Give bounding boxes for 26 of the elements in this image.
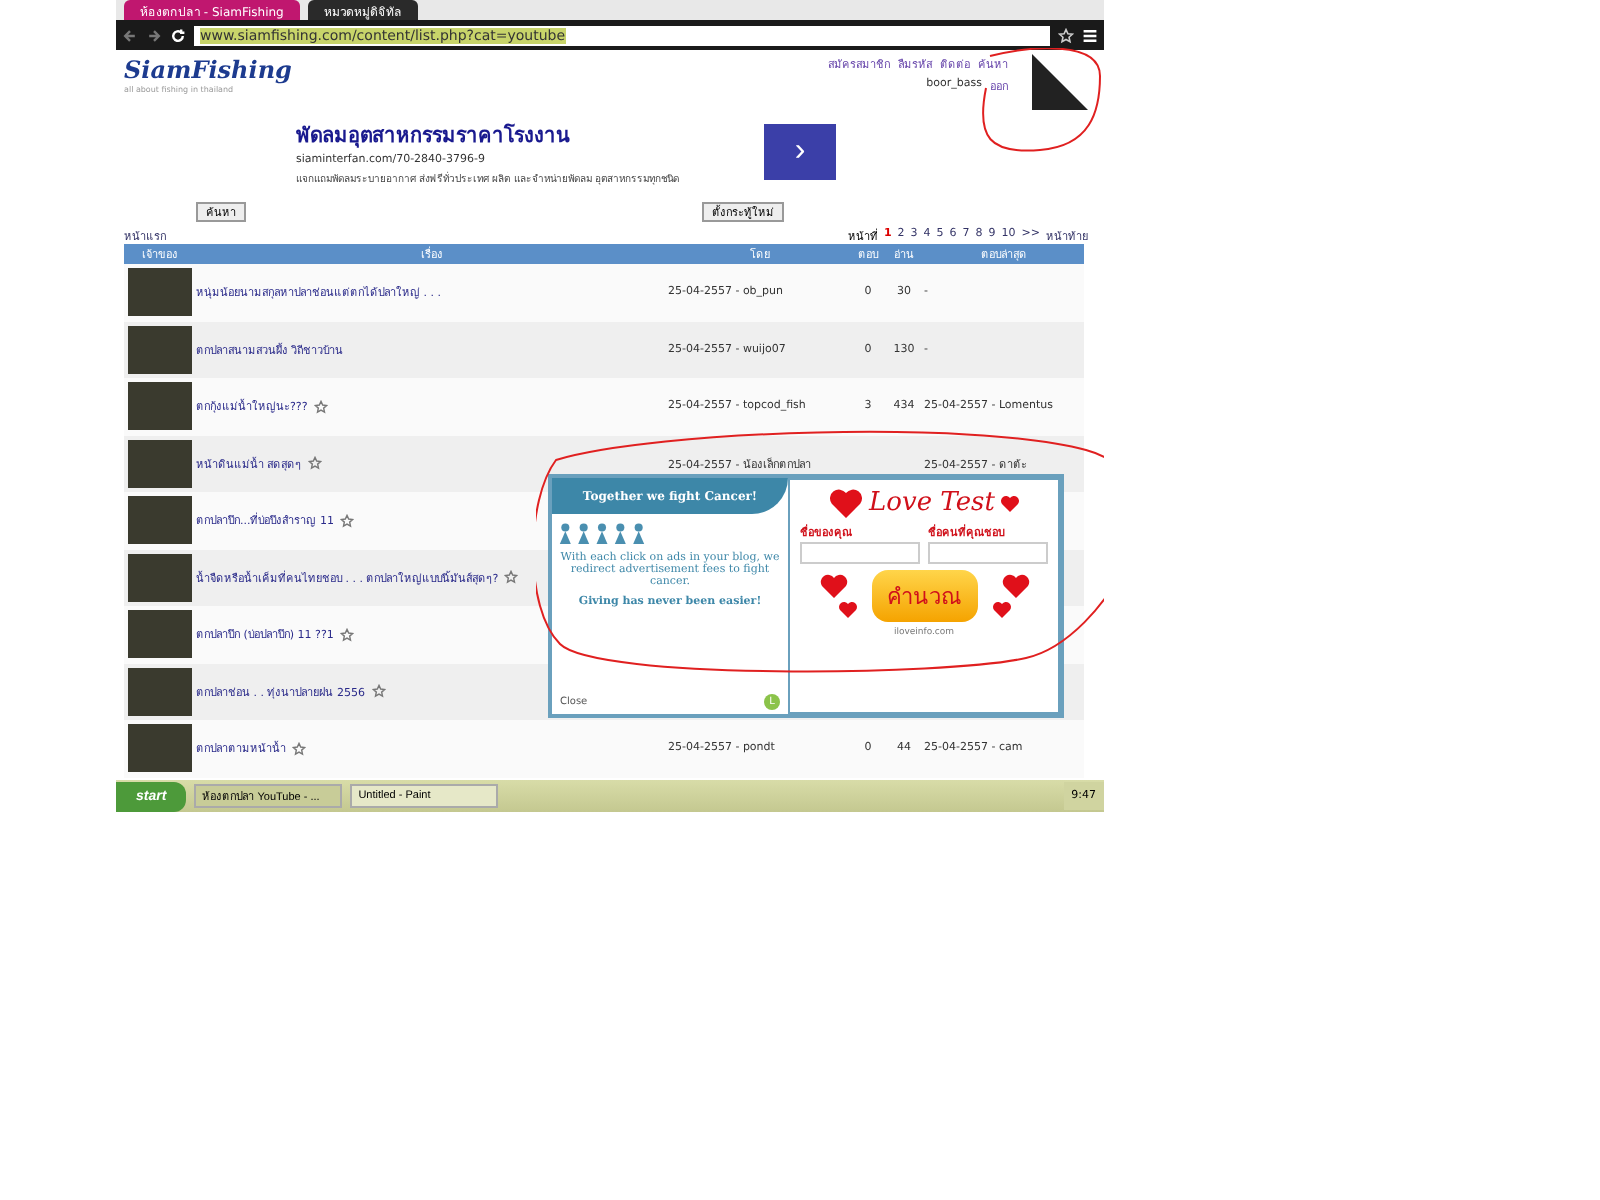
people-chain-icon xyxy=(556,522,648,544)
video-thumbnail[interactable] xyxy=(128,553,192,602)
ad-arrow-button[interactable]: › xyxy=(764,124,836,180)
heart-icon xyxy=(827,486,864,518)
video-thumbnail[interactable] xyxy=(128,439,192,488)
star-icon[interactable] xyxy=(1058,27,1074,43)
back-icon[interactable] xyxy=(122,27,138,43)
love-test-title: Love Test xyxy=(869,487,995,517)
video-thumbnail[interactable] xyxy=(128,610,192,659)
menu-icon[interactable] xyxy=(1082,27,1098,43)
hearts-icon xyxy=(819,574,859,618)
video-thumbnail[interactable] xyxy=(128,382,192,431)
forward-icon[interactable] xyxy=(146,27,162,43)
video-thumbnail[interactable] xyxy=(128,496,192,545)
video-thumbnail[interactable] xyxy=(128,325,192,374)
heart-icon xyxy=(1000,493,1021,511)
hearts-icon xyxy=(989,574,1029,618)
crush-name-input[interactable] xyxy=(928,542,1048,564)
reload-icon[interactable] xyxy=(170,27,186,43)
video-thumbnail[interactable] xyxy=(128,268,192,317)
video-thumbnail[interactable] xyxy=(128,724,192,773)
page-corner-drawing xyxy=(1028,50,1088,110)
name-input[interactable] xyxy=(800,542,920,564)
ad-title[interactable]: พัดลมอุตสาหกรรมราคาโรงงาน xyxy=(296,119,748,149)
video-thumbnail[interactable] xyxy=(128,667,192,716)
site-logo[interactable]: SiamFishing xyxy=(124,56,292,84)
